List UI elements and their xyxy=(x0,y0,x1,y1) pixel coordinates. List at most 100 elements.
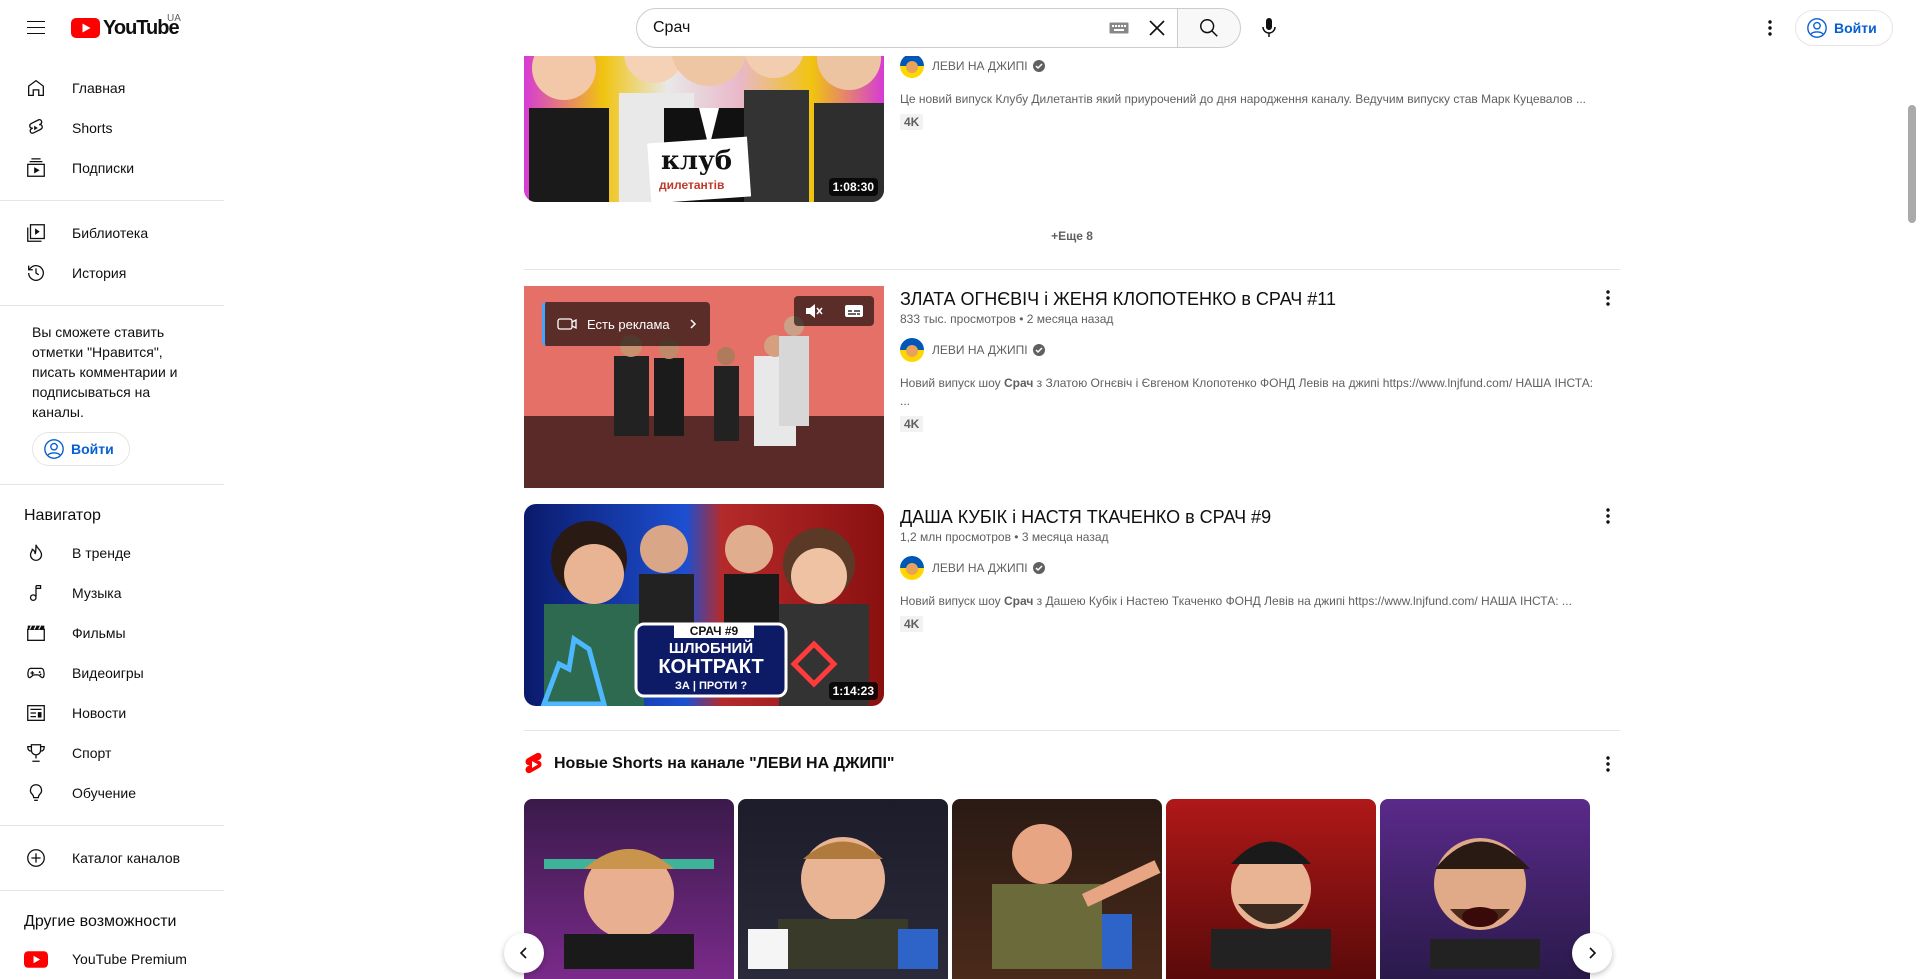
sidebar-item-gaming[interactable]: Видеоигры xyxy=(0,653,224,693)
thumbnail-line: ШЛЮБНИЙ xyxy=(668,640,754,657)
meta-dot: • xyxy=(1019,312,1027,326)
sidebar-item-home[interactable]: Главная xyxy=(0,68,224,108)
subscriptions-icon xyxy=(24,156,48,180)
thumbnail-line: ЗА | ПРОТИ ? xyxy=(674,680,748,692)
video-more-options-icon[interactable] xyxy=(1596,286,1620,310)
sidebar-item-news[interactable]: Новости xyxy=(0,693,224,733)
sidebar-item-youtube-premium[interactable]: YouTube Premium xyxy=(0,939,224,969)
video-title[interactable]: ДАША КУБІК і НАСТЯ ТКАЧЕНКО в СРАЧ #9 xyxy=(900,504,1600,530)
signin-label: Войти xyxy=(71,441,114,457)
navigator-heading: Навигатор xyxy=(24,507,101,524)
muted-icon[interactable] xyxy=(794,296,834,326)
movies-icon xyxy=(24,621,48,645)
short-art xyxy=(1211,841,1331,974)
sidebar-item-library[interactable]: Библиотека xyxy=(0,213,224,253)
video-info: ЛЕВИ НА ДЖИПІ Це новий випуск Клубу Диле… xyxy=(900,54,1600,131)
signin-button[interactable]: Войти xyxy=(1795,10,1893,46)
sidebar-signin-button[interactable]: Войти xyxy=(32,432,130,466)
video-title[interactable]: ЗЛАТА ОГНЄВІЧ і ЖЕНЯ КЛОПОТЕНКО в СРАЧ #… xyxy=(900,286,1600,312)
shorts-row xyxy=(524,799,1590,979)
captions-icon[interactable] xyxy=(834,296,874,326)
verified-icon xyxy=(1032,344,1045,356)
sidebar-divider xyxy=(0,890,224,891)
upload-age: 3 месяца назад xyxy=(1021,530,1109,544)
short-thumbnail[interactable] xyxy=(1166,799,1376,979)
sidebar-item-label: История xyxy=(72,265,127,281)
news-icon xyxy=(24,701,48,725)
shorts-shelf-title: Новые Shorts на канале "ЛЕВИ НА ДЖИПІ" xyxy=(554,755,895,772)
ad-icon xyxy=(557,318,577,330)
thumbnail-episode: СРАЧ #9 xyxy=(674,624,754,638)
search-button[interactable] xyxy=(1177,8,1241,48)
video-meta: 833 тыс. просмотров • 2 месяца назад xyxy=(900,312,1600,326)
video-duration: 1:08:30 xyxy=(828,178,878,196)
meta-dot: • xyxy=(1014,530,1022,544)
video-more-options-icon[interactable] xyxy=(1596,504,1620,528)
short-thumbnail[interactable] xyxy=(524,799,734,979)
sidebar-item-trending[interactable]: В тренде xyxy=(0,533,224,573)
channel-link[interactable]: ЛЕВИ НА ДЖИПІ xyxy=(900,556,1600,580)
shorts-next-button[interactable] xyxy=(1572,933,1612,973)
short-thumbnail[interactable] xyxy=(1380,799,1590,979)
sidebar-item-movies[interactable]: Фильмы xyxy=(0,613,224,653)
signin-label: Войти xyxy=(1834,20,1877,36)
lightbulb-icon xyxy=(24,781,48,805)
sidebar-item-sports[interactable]: Спорт xyxy=(0,733,224,773)
voice-search-button[interactable] xyxy=(1249,8,1289,48)
settings-more-icon[interactable] xyxy=(1750,8,1790,48)
sidebar-item-subscriptions[interactable]: Подписки xyxy=(0,148,224,188)
video-thumbnail[interactable]: СРАЧ #9 ШЛЮБНИЙ КОНТРАКТ ЗА | ПРОТИ ? 1:… xyxy=(524,504,884,706)
description-text: Новий випуск шоу xyxy=(900,376,1004,390)
sidebar: Главная Shorts Подписки Библиотека Истор… xyxy=(0,56,224,969)
description-highlight: Срач xyxy=(1003,376,1034,390)
more-features-heading: Другие возможности xyxy=(24,913,177,930)
description-text: з Дашею Кубік і Настею Ткаченко ФОНД Лев… xyxy=(1033,594,1572,608)
shorts-icon xyxy=(24,116,48,140)
music-icon xyxy=(24,581,48,605)
sidebar-item-channel-catalog[interactable]: Каталог каналов xyxy=(0,838,224,878)
sidebar-item-label: Shorts xyxy=(72,120,113,136)
quality-badge: 4K xyxy=(900,114,924,130)
search-query[interactable]: Срач xyxy=(653,19,1109,37)
channel-avatar xyxy=(900,338,924,362)
sidebar-item-label: YouTube Premium xyxy=(72,951,187,967)
video-description: Це новий випуск Клубу Дилетантів який пр… xyxy=(900,92,1587,106)
channel-link[interactable]: ЛЕВИ НА ДЖИПІ xyxy=(900,54,1600,78)
country-code: UA xyxy=(167,13,181,24)
search-results: клуб дилетантів 1:08:30 ЛЕВИ НА ДЖИПІ Це… xyxy=(504,0,1620,979)
chevron-right-icon xyxy=(690,319,696,329)
search-icon xyxy=(1200,19,1218,37)
shorts-prev-button[interactable] xyxy=(504,933,544,973)
keyboard-icon[interactable] xyxy=(1109,22,1129,34)
account-icon xyxy=(44,439,64,459)
search-input[interactable]: Срач xyxy=(636,8,1178,48)
trophy-icon xyxy=(24,741,48,765)
channel-link[interactable]: ЛЕВИ НА ДЖИПІ xyxy=(900,338,1600,362)
video-thumbnail[interactable]: Есть реклама xyxy=(524,286,884,488)
thumbnail-title: клуб xyxy=(661,146,733,176)
youtube-logo[interactable]: YouTube xyxy=(71,17,180,39)
section-divider xyxy=(524,730,1620,731)
quality-badge: 4K xyxy=(900,416,924,432)
shelf-more-options-icon[interactable] xyxy=(1596,752,1620,776)
shorts-logo-icon xyxy=(525,752,542,774)
video-meta: 1,2 млн просмотров • 3 месяца назад xyxy=(900,530,1600,544)
sidebar-item-music[interactable]: Музыка xyxy=(0,573,224,613)
channel-avatar xyxy=(900,556,924,580)
microphone-icon xyxy=(1262,18,1276,37)
clear-search-icon[interactable] xyxy=(1137,8,1177,48)
show-more-link[interactable]: +Еще 8 xyxy=(524,229,1620,243)
sidebar-item-label: Видеоигры xyxy=(72,665,144,681)
ad-indicator[interactable]: Есть реклама xyxy=(542,302,710,346)
sidebar-item-label: Обучение xyxy=(72,785,137,801)
page-scrollbar[interactable] xyxy=(1908,105,1916,223)
sidebar-item-shorts[interactable]: Shorts xyxy=(0,108,224,148)
short-thumbnail[interactable] xyxy=(952,799,1162,979)
sidebar-item-history[interactable]: История xyxy=(0,253,224,293)
sidebar-item-label: Главная xyxy=(72,80,126,96)
hamburger-menu-icon[interactable] xyxy=(16,8,56,48)
sidebar-item-learning[interactable]: Обучение xyxy=(0,773,224,813)
short-art xyxy=(544,849,714,974)
short-thumbnail[interactable] xyxy=(738,799,948,979)
sidebar-item-label: Подписки xyxy=(72,160,135,176)
